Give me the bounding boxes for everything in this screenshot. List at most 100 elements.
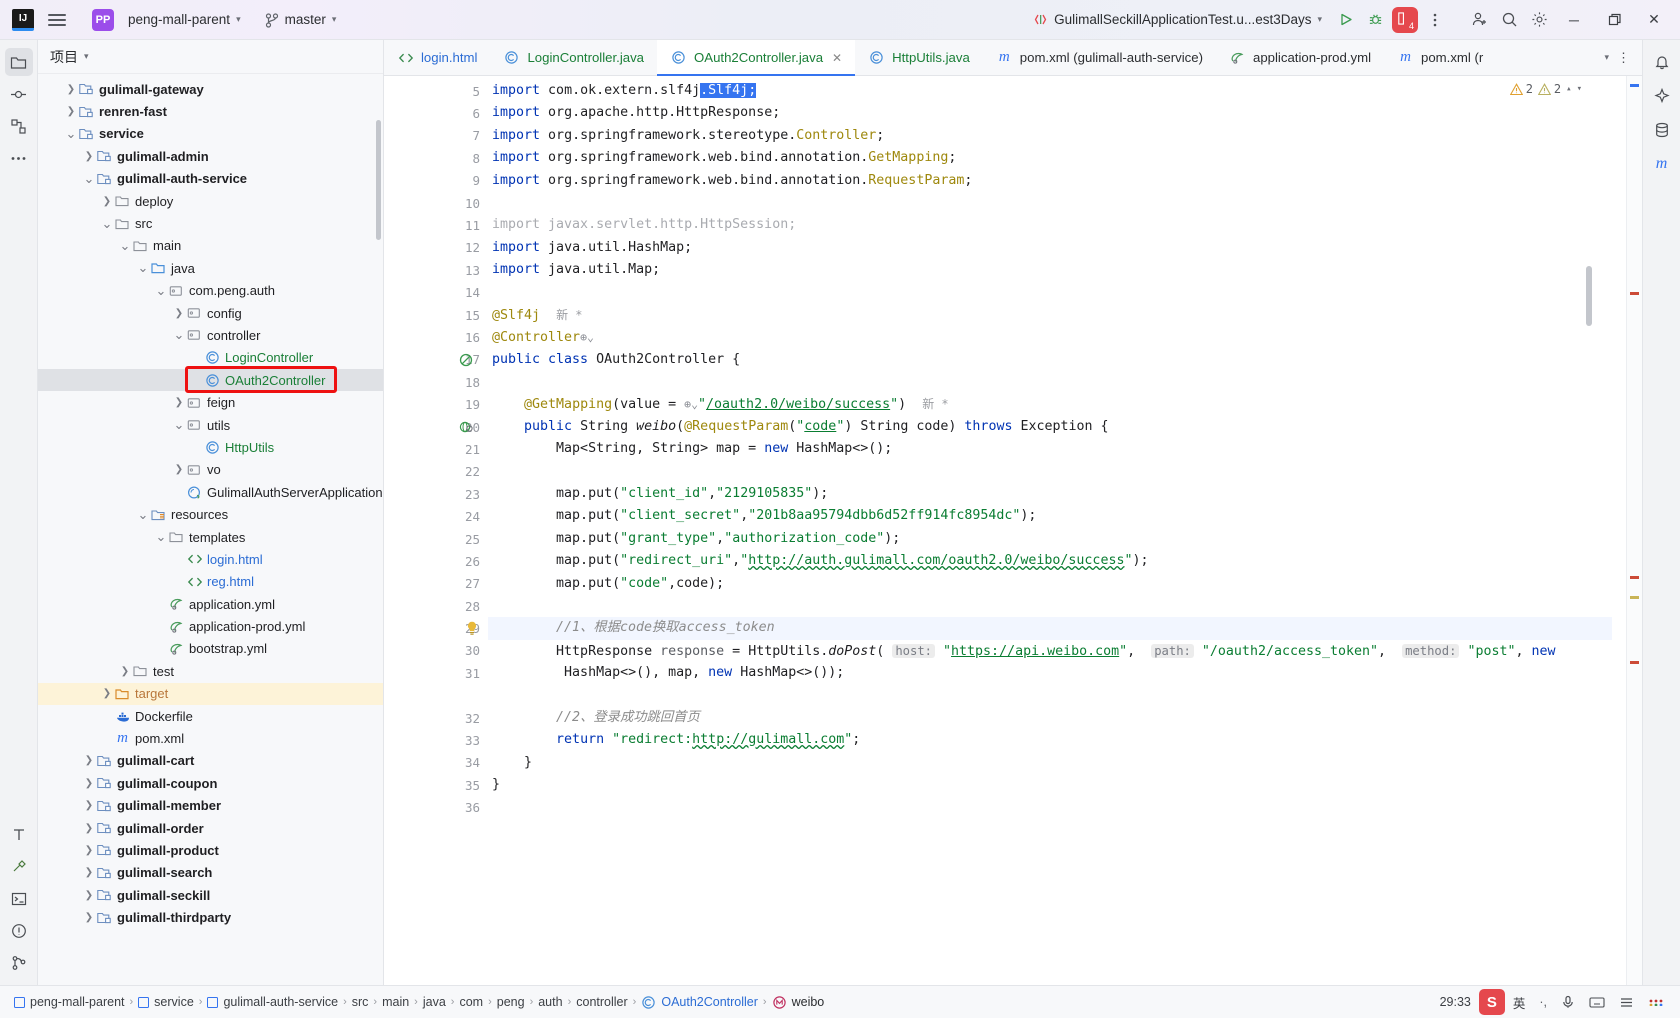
- tree-item-java[interactable]: ⌄ java: [38, 257, 383, 279]
- tree-item-utils[interactable]: ⌄ utils: [38, 414, 383, 436]
- gutter-line[interactable]: 20: [384, 416, 488, 438]
- chevron-down-icon[interactable]: ⌄: [172, 327, 186, 343]
- gutter-line[interactable]: 21: [384, 438, 488, 460]
- gutter-line[interactable]: 16: [384, 326, 488, 348]
- commit-tool-icon[interactable]: [5, 80, 33, 108]
- tree-item-deploy[interactable]: ❯ deploy: [38, 190, 383, 212]
- terminal-tool-icon[interactable]: [5, 885, 33, 913]
- breadcrumb-item-peng[interactable]: peng: [493, 993, 529, 1011]
- debug-button[interactable]: [1360, 6, 1390, 34]
- close-button[interactable]: ✕: [1634, 1, 1674, 39]
- more-actions-button[interactable]: [1420, 6, 1450, 34]
- override-icon[interactable]: [458, 352, 474, 368]
- editor-scrollbar[interactable]: [1586, 266, 1592, 326]
- maven-tool-icon[interactable]: m: [1648, 150, 1676, 178]
- tree-item-gulimall-member[interactable]: ❯ gulimall-member: [38, 795, 383, 817]
- gutter-line[interactable]: 35: [384, 774, 488, 796]
- breadcrumb-item-service[interactable]: service: [134, 993, 198, 1011]
- intention-bulb-icon[interactable]: [464, 621, 480, 637]
- tree-item-service[interactable]: ⌄ service: [38, 123, 383, 145]
- chevron-right-icon[interactable]: ❯: [82, 890, 96, 901]
- chevron-down-icon[interactable]: ▾: [1577, 84, 1582, 94]
- branch-selector[interactable]: master ▾: [257, 8, 345, 31]
- gutter-line[interactable]: 10: [384, 192, 488, 214]
- gutter-line[interactable]: 8: [384, 147, 488, 169]
- chevron-right-icon[interactable]: ❯: [172, 308, 186, 319]
- error-stripe[interactable]: [1626, 76, 1642, 985]
- gutter-line[interactable]: 36: [384, 797, 488, 819]
- tree-item-application-prod-yml[interactable]: application-prod.yml: [38, 615, 383, 637]
- chevron-right-icon[interactable]: ❯: [82, 755, 96, 766]
- breadcrumb[interactable]: peng-mall-parent › service › gulimall-auth-s…: [10, 993, 828, 1012]
- breadcrumb-item-com[interactable]: com: [455, 993, 487, 1011]
- tree-item-gulimall-cart[interactable]: ❯ gulimall-cart: [38, 750, 383, 772]
- editor-tab-pom-xml-r[interactable]: m pom.xml (r: [1384, 40, 1496, 75]
- project-tree[interactable]: ❯ gulimall-gateway ❯ renren-fast ⌄ service ❯ gu…: [38, 74, 383, 985]
- tree-item-gulimall-coupon[interactable]: ❯ gulimall-coupon: [38, 772, 383, 794]
- more-tool-icon[interactable]: [5, 144, 33, 172]
- breadcrumb-item-auth[interactable]: auth: [534, 993, 566, 1011]
- chevron-down-icon[interactable]: ⌄: [82, 171, 96, 187]
- gutter-line[interactable]: 5: [384, 80, 488, 102]
- chevron-right-icon[interactable]: ❯: [100, 196, 114, 207]
- chevron-down-icon[interactable]: ▾: [1604, 52, 1609, 63]
- gutter-line[interactable]: 15: [384, 304, 488, 326]
- chevron-down-icon[interactable]: ⌄: [154, 529, 168, 545]
- tree-item-dockerfile[interactable]: Dockerfile: [38, 705, 383, 727]
- gutter-line[interactable]: 18: [384, 371, 488, 393]
- tree-item-login-html[interactable]: login.html: [38, 548, 383, 570]
- gutter-line[interactable]: 27: [384, 573, 488, 595]
- chevron-right-icon[interactable]: ❯: [82, 912, 96, 923]
- tree-item-com-peng-auth[interactable]: ⌄ com.peng.auth: [38, 280, 383, 302]
- ime-mic-icon[interactable]: [1555, 993, 1581, 1011]
- gutter-line[interactable]: 22: [384, 461, 488, 483]
- chevron-up-icon[interactable]: ▴: [1566, 84, 1571, 94]
- gutter-line[interactable]: 19: [384, 393, 488, 415]
- gutter-line[interactable]: 31: [384, 662, 488, 684]
- ime-menu-icon[interactable]: [1613, 994, 1640, 1011]
- notifications-icon[interactable]: [1648, 48, 1676, 76]
- gutter-line[interactable]: 33: [384, 729, 488, 751]
- gutter-line[interactable]: 26: [384, 550, 488, 572]
- structure-tool-icon[interactable]: [5, 112, 33, 140]
- tree-item-feign[interactable]: ❯ feign: [38, 391, 383, 413]
- gutter-line[interactable]: 24: [384, 505, 488, 527]
- tree-item-httputils[interactable]: HttpUtils: [38, 436, 383, 458]
- gutter-line[interactable]: 14: [384, 282, 488, 304]
- editor-gutter[interactable]: 5 6 7 8 9 10 11 12 13 14 15 16 17 18 19 20 21 22 23 24 25 26 2…: [384, 76, 488, 985]
- minimize-button[interactable]: ─: [1554, 1, 1594, 39]
- editor-tab-httputils-java[interactable]: HttpUtils.java: [855, 40, 983, 75]
- chevron-down-icon[interactable]: ⌄: [154, 283, 168, 299]
- git-tool-icon[interactable]: [5, 949, 33, 977]
- project-panel-header[interactable]: 项目 ▾: [38, 40, 383, 74]
- tree-item-gulimall-search[interactable]: ❯ gulimall-search: [38, 862, 383, 884]
- gutter-line[interactable]: 7: [384, 125, 488, 147]
- add-user-button[interactable]: [1464, 6, 1494, 34]
- tree-item-vo[interactable]: ❯ vo: [38, 459, 383, 481]
- code-content[interactable]: 2 2 ▴ ▾ import com.ok.extern.slf4j.Slf4j…: [488, 76, 1612, 985]
- tree-item-resources[interactable]: ⌄ resources: [38, 503, 383, 525]
- chevron-right-icon[interactable]: ❯: [64, 84, 78, 95]
- gutter-line[interactable]: [384, 685, 488, 707]
- gutter-line[interactable]: 30: [384, 640, 488, 662]
- breadcrumb-item-java[interactable]: java: [419, 993, 450, 1011]
- gutter-line[interactable]: 28: [384, 595, 488, 617]
- gutter-line[interactable]: 34: [384, 752, 488, 774]
- tree-item-logincontroller[interactable]: LoginController: [38, 347, 383, 369]
- chevron-down-icon[interactable]: ⌄: [100, 216, 114, 232]
- chevron-right-icon[interactable]: ❯: [82, 867, 96, 878]
- chevron-right-icon[interactable]: ❯: [172, 397, 186, 408]
- close-icon[interactable]: ✕: [832, 51, 842, 65]
- tree-item-gulimallauthserverapplication[interactable]: GulimallAuthServerApplication: [38, 481, 383, 503]
- tree-item-reg-html[interactable]: reg.html: [38, 571, 383, 593]
- breadcrumb-item-oauth2controller[interactable]: OAuth2Controller: [637, 993, 762, 1012]
- tree-item-gulimall-admin[interactable]: ❯ gulimall-admin: [38, 145, 383, 167]
- problems-tool-icon[interactable]: [5, 917, 33, 945]
- editor-tab-login-html[interactable]: login.html: [384, 40, 490, 75]
- ai-assistant-icon[interactable]: [1648, 82, 1676, 110]
- ime-lang-icon[interactable]: 英: [1507, 991, 1532, 1014]
- chevron-down-icon[interactable]: ⌄: [136, 260, 150, 276]
- chevron-right-icon[interactable]: ❯: [82, 151, 96, 162]
- gutter-line[interactable]: 17: [384, 349, 488, 371]
- caret-position[interactable]: 29:33: [1434, 993, 1477, 1011]
